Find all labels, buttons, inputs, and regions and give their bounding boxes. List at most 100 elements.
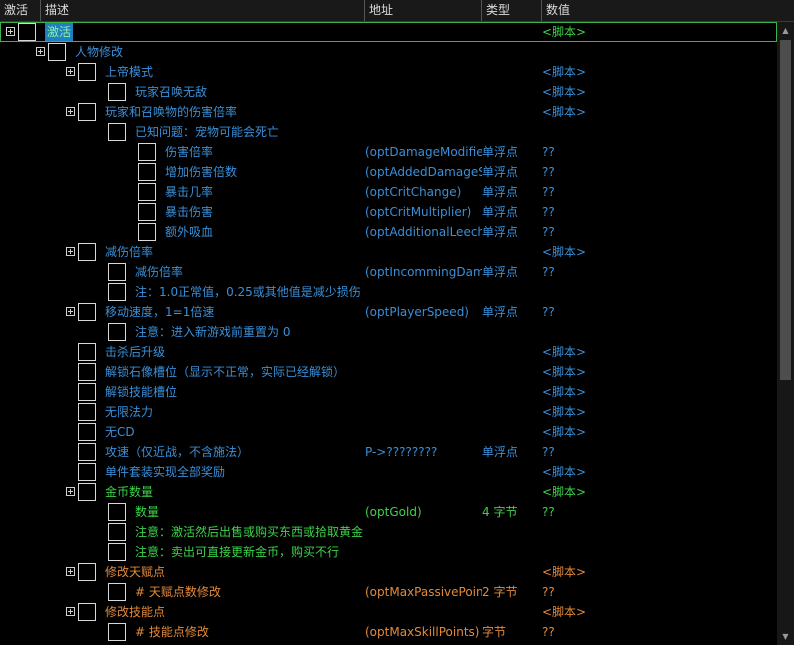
row-gold-note2[interactable]: 注意：卖出可直接更新金币，购买不行 bbox=[0, 542, 777, 562]
row-description: 增加伤害倍数 bbox=[165, 165, 238, 179]
row-speed-note[interactable]: 注意：进入新游戏前重置为 0 bbox=[0, 322, 777, 342]
row-value: <脚本> bbox=[542, 245, 587, 259]
header-address[interactable]: 地址 bbox=[365, 0, 482, 21]
row-value: <脚本> bbox=[542, 105, 587, 119]
expand-icon[interactable] bbox=[66, 607, 75, 616]
row-value: <脚本> bbox=[542, 65, 587, 79]
active-checkbox[interactable] bbox=[78, 563, 96, 581]
header-description[interactable]: 描述 bbox=[41, 0, 365, 21]
row-added-damage[interactable]: 增加伤害倍数 (optAddedDamageS 单浮点?? bbox=[0, 162, 777, 182]
row-damage-reduction-group[interactable]: 减伤倍率 <脚本> bbox=[0, 242, 777, 262]
row-leech[interactable]: 额外吸血 (optAdditionalLeech 单浮点?? bbox=[0, 222, 777, 242]
row-single-set[interactable]: 单件套装实现全部奖励 <脚本> bbox=[0, 462, 777, 482]
active-checkbox[interactable] bbox=[108, 503, 126, 521]
scrollbar-thumb[interactable] bbox=[780, 40, 791, 380]
row-damage-multiplier-group[interactable]: 玩家和召唤物的伤害倍率 <脚本> bbox=[0, 102, 777, 122]
active-checkbox[interactable] bbox=[78, 243, 96, 261]
column-header: 激活 描述 地址 类型 数值 bbox=[0, 0, 794, 22]
row-address: (optDamageModifie bbox=[365, 145, 482, 159]
row-activate[interactable]: 激活 <脚本> bbox=[0, 22, 777, 42]
active-checkbox[interactable] bbox=[78, 463, 96, 481]
expand-icon[interactable] bbox=[66, 307, 75, 316]
active-checkbox[interactable] bbox=[78, 423, 96, 441]
row-reduction-note[interactable]: 注：1.0正常值，0.25或其他值是减少损伤 bbox=[0, 282, 777, 302]
active-checkbox[interactable] bbox=[108, 623, 126, 641]
header-active[interactable]: 激活 bbox=[0, 0, 41, 21]
active-checkbox[interactable] bbox=[108, 283, 126, 301]
row-description: 已知问题：宠物可能会死亡 bbox=[135, 125, 280, 139]
header-type[interactable]: 类型 bbox=[482, 0, 542, 21]
active-checkbox[interactable] bbox=[108, 263, 126, 281]
active-checkbox[interactable] bbox=[78, 103, 96, 121]
expand-icon[interactable] bbox=[66, 107, 75, 116]
row-known-issue[interactable]: 已知问题：宠物可能会死亡 bbox=[0, 122, 777, 142]
active-checkbox[interactable] bbox=[78, 363, 96, 381]
active-checkbox[interactable] bbox=[78, 63, 96, 81]
row-description: 注：1.0正常值，0.25或其他值是减少损伤 bbox=[135, 285, 361, 299]
row-type: 单浮点 bbox=[482, 265, 519, 279]
row-god-mode[interactable]: 上帝模式 <脚本> bbox=[0, 62, 777, 82]
active-checkbox[interactable] bbox=[18, 23, 36, 41]
row-description: 伤害倍率 bbox=[165, 145, 214, 159]
row-move-speed[interactable]: 移动速度，1=1倍速 (optPlayerSpeed) 单浮点?? bbox=[0, 302, 777, 322]
row-value: <脚本> bbox=[542, 345, 587, 359]
active-checkbox[interactable] bbox=[78, 383, 96, 401]
active-checkbox[interactable] bbox=[108, 583, 126, 601]
active-checkbox[interactable] bbox=[138, 203, 156, 221]
row-address: (optIncommingDam bbox=[365, 265, 482, 279]
row-kill-levelup[interactable]: 击杀后升级 <脚本> bbox=[0, 342, 777, 362]
active-checkbox[interactable] bbox=[108, 83, 126, 101]
active-checkbox[interactable] bbox=[138, 223, 156, 241]
row-address: (optAddedDamageS bbox=[365, 165, 482, 179]
row-type: 4 字节 bbox=[482, 505, 518, 519]
active-checkbox[interactable] bbox=[108, 543, 126, 561]
active-checkbox[interactable] bbox=[48, 43, 66, 61]
row-type: 单浮点 bbox=[482, 145, 519, 159]
header-value[interactable]: 数值 bbox=[542, 0, 777, 21]
expand-icon[interactable] bbox=[66, 487, 75, 496]
row-unlock-skill-slot[interactable]: 解锁技能槽位 <脚本> bbox=[0, 382, 777, 402]
row-talent-points[interactable]: # 天赋点数修改 (optMaxPassivePoin 2 字节?? bbox=[0, 582, 777, 602]
cheat-table-list[interactable]: 激活 <脚本> 人物修改 上帝模式 <脚本> 玩家召唤无敌 <脚本> 玩家和召唤物的伤害倍率 <… bbox=[0, 22, 777, 645]
row-damage-reduction[interactable]: 减伤倍率 (optIncommingDam 单浮点?? bbox=[0, 262, 777, 282]
row-crit-chance[interactable]: 暴击几率 (optCritChange) 单浮点?? bbox=[0, 182, 777, 202]
scroll-down-arrow-icon[interactable]: ▼ bbox=[777, 628, 794, 645]
active-checkbox[interactable] bbox=[78, 403, 96, 421]
row-gold-amount[interactable]: 数量 (optGold) 4 字节?? bbox=[0, 502, 777, 522]
row-description: 解锁技能槽位 bbox=[105, 385, 178, 399]
row-skill-points[interactable]: # 技能点修改 (optMaxSkillPoints) 字节?? bbox=[0, 622, 777, 642]
expand-icon[interactable] bbox=[66, 247, 75, 256]
row-skill-group[interactable]: 修改技能点 <脚本> bbox=[0, 602, 777, 622]
active-checkbox[interactable] bbox=[138, 143, 156, 161]
row-infinite-mana[interactable]: 无限法力 <脚本> bbox=[0, 402, 777, 422]
active-checkbox[interactable] bbox=[78, 343, 96, 361]
row-value: ?? bbox=[542, 625, 555, 639]
row-unlock-statue[interactable]: 解锁石像槽位（显示不正常，实际已经解锁） <脚本> bbox=[0, 362, 777, 382]
active-checkbox[interactable] bbox=[78, 443, 96, 461]
expand-icon[interactable] bbox=[66, 567, 75, 576]
vertical-scrollbar[interactable]: ▲ ▼ bbox=[777, 22, 794, 645]
active-checkbox[interactable] bbox=[138, 163, 156, 181]
row-invincible[interactable]: 玩家召唤无敌 <脚本> bbox=[0, 82, 777, 102]
active-checkbox[interactable] bbox=[108, 523, 126, 541]
active-checkbox[interactable] bbox=[138, 183, 156, 201]
row-no-cd[interactable]: 无CD <脚本> bbox=[0, 422, 777, 442]
expand-icon[interactable] bbox=[36, 47, 45, 56]
row-description: 额外吸血 bbox=[165, 225, 214, 239]
row-gold-note1[interactable]: 注意：激活然后出售或购买东西或拾取黄金 bbox=[0, 522, 777, 542]
scroll-up-arrow-icon[interactable]: ▲ bbox=[777, 22, 794, 39]
row-damage-mult[interactable]: 伤害倍率 (optDamageModifie 单浮点?? bbox=[0, 142, 777, 162]
row-gold-group[interactable]: 金币数量 <脚本> bbox=[0, 482, 777, 502]
row-character-mod[interactable]: 人物修改 bbox=[0, 42, 777, 62]
row-crit-damage[interactable]: 暴击伤害 (optCritMultiplier) 单浮点?? bbox=[0, 202, 777, 222]
row-attack-speed[interactable]: 攻速（仅近战，不含施法） P->???????? 单浮点?? bbox=[0, 442, 777, 462]
expand-icon[interactable] bbox=[66, 67, 75, 76]
active-checkbox[interactable] bbox=[108, 323, 126, 341]
active-checkbox[interactable] bbox=[78, 483, 96, 501]
expand-icon[interactable] bbox=[6, 27, 15, 36]
row-talent-group[interactable]: 修改天赋点 <脚本> bbox=[0, 562, 777, 582]
active-checkbox[interactable] bbox=[108, 123, 126, 141]
row-value: ?? bbox=[542, 225, 555, 239]
active-checkbox[interactable] bbox=[78, 303, 96, 321]
active-checkbox[interactable] bbox=[78, 603, 96, 621]
